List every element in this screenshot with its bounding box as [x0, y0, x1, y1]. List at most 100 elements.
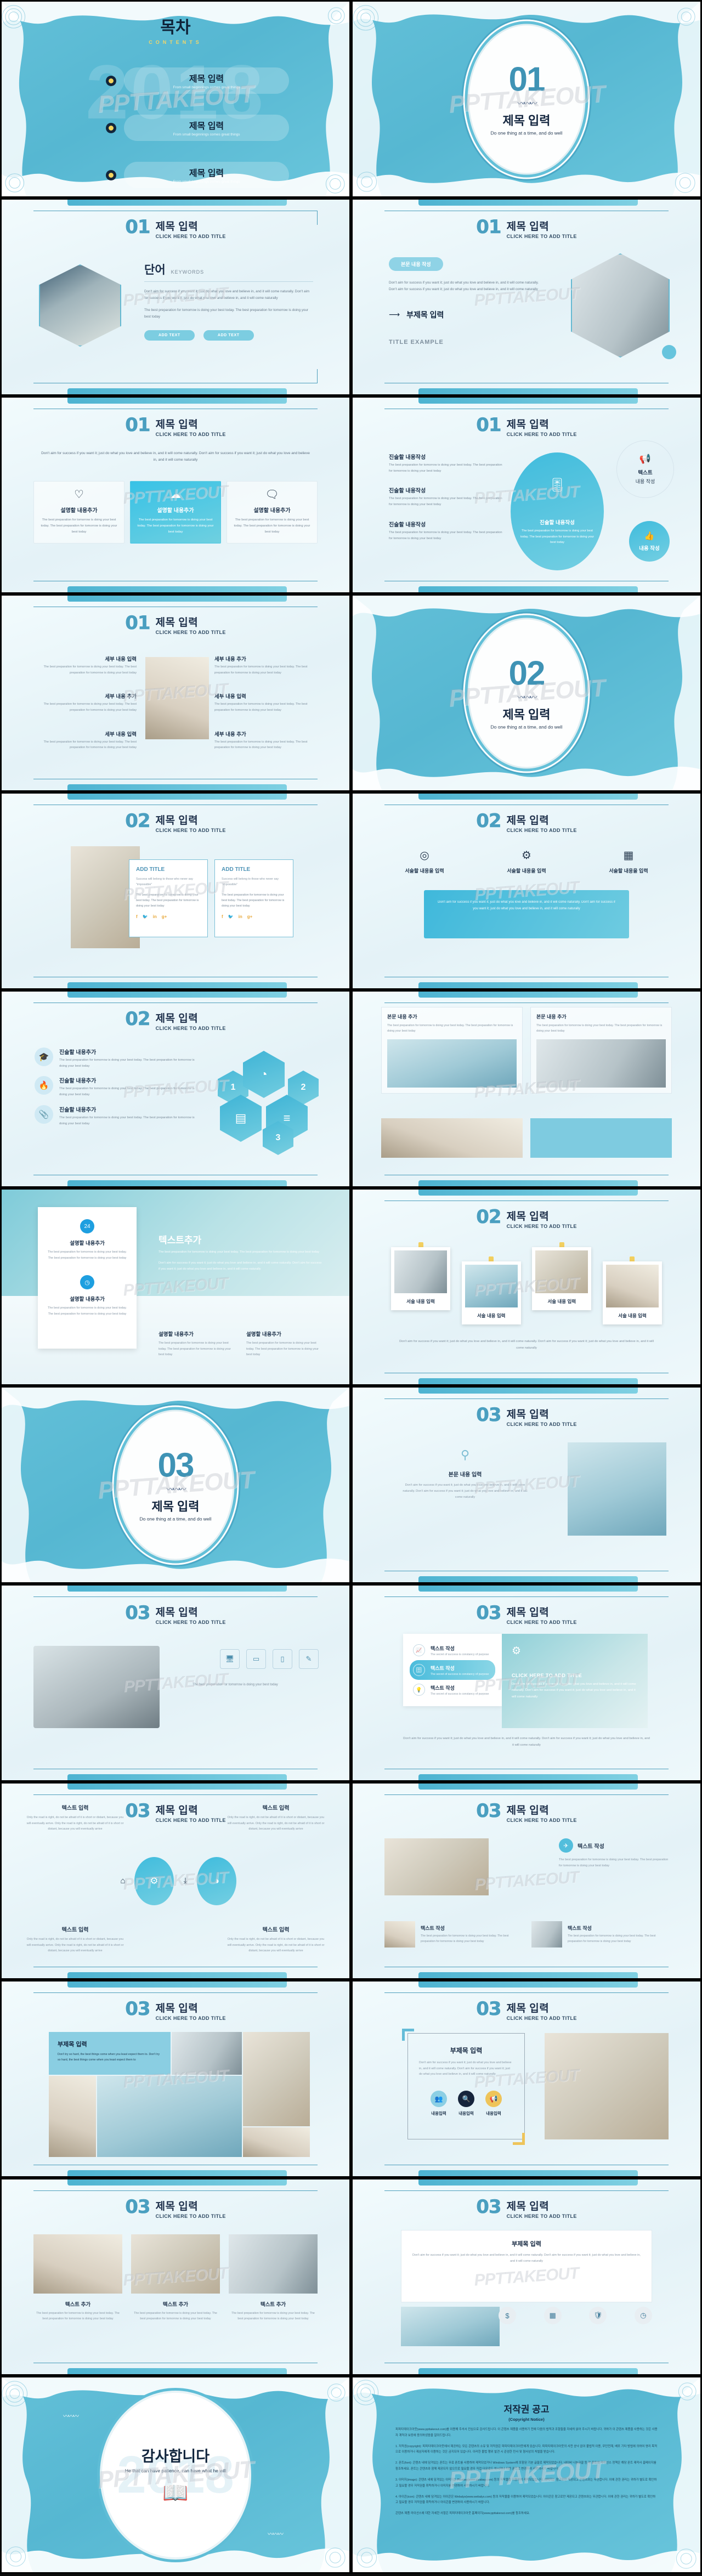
slide-hexagon-steps[interactable]: 02 제목 입력 CLICK HERE TO ADD TITLE 🎓 진술할 내…	[0, 990, 351, 1188]
feature-card[interactable]: ☁ 설명할 내용추가 The best preparation for tomo…	[130, 481, 221, 543]
mobile-icon[interactable]: ▯	[273, 1649, 292, 1669]
slide-pin-photo[interactable]: 03 제목 입력 CLICK HERE TO ADD TITLE ⚲ 본문 내용…	[351, 1386, 702, 1584]
list-row[interactable]: 💡 텍스트 작성 The secret of success is consta…	[410, 1680, 495, 1700]
toc-item[interactable]: 제목 입력 From small beginnings comes great …	[106, 162, 289, 188]
right-bottom-circle[interactable]: 👍 내용 작성	[629, 521, 670, 562]
dollar-icon[interactable]: $	[499, 2307, 516, 2324]
polaroid-item[interactable]: 서술 내용 입력	[602, 1256, 662, 1324]
add-text-button[interactable]: ADD TEXT	[203, 330, 254, 341]
slide-circle-stats[interactable]: 01 제목 입력 CLICK HERE TO ADD TITLE 진술할 내용작…	[351, 396, 702, 594]
strip-item[interactable]: 텍스트 작성 The best preparation for tomorrow…	[531, 1921, 669, 1947]
center-circle-right[interactable]: ◑	[197, 1856, 236, 1905]
content-panel[interactable]: 부제목 입력 Don't aim for success if you want…	[401, 2230, 652, 2302]
chart-icon[interactable]: ▦	[544, 2307, 562, 2324]
step-row[interactable]: 🔥 진술할 내용추가 The best preparation for tomo…	[35, 1076, 199, 1097]
google-plus-icon[interactable]: g+	[247, 914, 253, 919]
slide-text-photo[interactable]: 01 제목 입력 CLICK HERE TO ADD TITLE 본문 내용 작…	[351, 198, 702, 396]
pencil-icon[interactable]: ✎	[299, 1649, 319, 1669]
icon-item[interactable]: 👥 내용입력	[431, 2091, 447, 2116]
twitter-icon[interactable]: 🐦	[143, 914, 148, 919]
slide-collage[interactable]: 03 제목 입력 CLICK HERE TO ADD TITLE 부제목 입력 …	[0, 1980, 351, 2178]
stat-title: 진술할 내용작성	[389, 488, 426, 495]
facebook-icon[interactable]: f	[222, 914, 223, 919]
text-panel[interactable]: 부제목 입력 Don't aim for success if you want…	[407, 2033, 525, 2139]
polaroid-item[interactable]: 서술 내용 입력	[461, 1256, 521, 1324]
hex-icon-layers[interactable]: ▤	[220, 1095, 262, 1142]
list-row-active[interactable]: 🗄 텍스트 작성 The secret of success is consta…	[410, 1660, 495, 1680]
slide-icon-trio[interactable]: 02 제목 입력 CLICK HERE TO ADD TITLE ◎ 서술할 내…	[351, 792, 702, 990]
slide-polaroids[interactable]: 02 제목 입력 CLICK HERE TO ADD TITLE 서술 내용 입…	[351, 1188, 702, 1386]
info-card[interactable]: ADD TITLE Success will belong to those w…	[214, 859, 293, 937]
toc-pill[interactable]: 제목 입력 From small beginnings comes great …	[124, 162, 289, 188]
icon-item[interactable]: 📢 내용입력	[485, 2091, 502, 2116]
photo-card[interactable]: 본문 내용 추가 The best preparation for tomorr…	[381, 1007, 523, 1094]
monitor-icon[interactable]: 🖥	[220, 1649, 240, 1669]
slide-photo-strip-tags[interactable]: 03 제목 입력 CLICK HERE TO ADD TITLE ✈ 텍스트 작…	[351, 1782, 702, 1980]
card-quote: Success will belong to those who never s…	[136, 877, 193, 887]
trio-item[interactable]: ⚙ 서술할 내용을 입력	[485, 848, 568, 874]
trio-item[interactable]: ◎ 서술할 내용을 입력	[383, 848, 466, 874]
slide-divider-02[interactable]: 02 〰〰〰 제목 입력 Do one thing at a time, and…	[351, 594, 702, 792]
slide-text-photo-icons[interactable]: 03 제목 입력 CLICK HERE TO ADD TITLE 부제목 입력 …	[351, 1980, 702, 2178]
slide-thanks[interactable]: 〰〰〰 〰〰〰 2018 감사합니다 He that can have pati…	[0, 2376, 351, 2574]
collage-caption-box[interactable]: 부제목 입력 Don't try so hard, the best thing…	[49, 2032, 171, 2075]
facebook-icon[interactable]: f	[136, 914, 138, 919]
bottom-item[interactable]: 설명할 내용추가 The best preparation for tomorr…	[158, 1330, 234, 1358]
photo-card[interactable]: 본문 내용 추가 The best preparation for tomorr…	[530, 1007, 672, 1094]
step-row[interactable]: 🎓 진술할 내용추가 The best preparation for tomo…	[35, 1048, 199, 1069]
strip-item[interactable]: 텍스트 작성 The best preparation for tomorrow…	[384, 1921, 522, 1947]
google-plus-icon[interactable]: g+	[162, 914, 167, 919]
trio-item[interactable]: ▦ 서술할 내용을 입력	[587, 848, 670, 874]
toc-item[interactable]: 제목 입력 From small beginnings comes great …	[106, 115, 289, 141]
accent-block[interactable]	[530, 1118, 672, 1158]
twitter-icon[interactable]: 🐦	[228, 914, 234, 919]
photo-card[interactable]: 텍스트 추가 The best preparation for tomorrow…	[131, 2234, 220, 2322]
polaroid-item[interactable]: 서술 내용 입력	[532, 1242, 592, 1310]
slide-person-columns[interactable]: 01 제목 입력 CLICK HERE TO ADD TITLE 세부 내용 입…	[0, 594, 351, 792]
slide-laptop-icons[interactable]: 03 제목 입력 CLICK HERE TO ADD TITLE 🖥 ▭ ▯ ✎…	[0, 1584, 351, 1782]
bottom-item[interactable]: 설명할 내용추가 The best preparation for tomorr…	[246, 1330, 322, 1358]
slide-list-photo[interactable]: 03 제목 입력 CLICK HERE TO ADD TITLE 📈 텍스트 작…	[351, 1584, 702, 1782]
tablet-icon[interactable]: ▭	[246, 1649, 266, 1669]
polaroid-item[interactable]: 서술 내용 입력	[391, 1242, 450, 1310]
floating-card[interactable]: 24 설명할 내용추가 The best preparation for tom…	[38, 1207, 137, 1349]
photo-panel[interactable]: ⚙ CLICK HERE TO ADD TITLE Don't aim for …	[502, 1634, 648, 1728]
hex-icon-pie[interactable]: ◔	[243, 1051, 285, 1098]
accent-panel[interactable]: Don't aim for success if you want it; ju…	[424, 890, 629, 938]
linkedin-icon[interactable]: in	[239, 914, 242, 919]
megaphone-icon: 📢	[639, 454, 652, 464]
toc-pill[interactable]: 제목 입력 From small beginnings comes great …	[124, 67, 289, 94]
icon-item[interactable]: 🔍 내용입력	[458, 2091, 474, 2116]
list-panel[interactable]: 📈 텍스트 작성 The secret of success is consta…	[403, 1634, 502, 1706]
center-circle-left[interactable]: ⚙	[134, 1856, 174, 1905]
shield-icon[interactable]: 🛡	[589, 2307, 607, 2324]
center-circle[interactable]: 🎚 진술할 내용작성 The best preparation for tomo…	[511, 452, 604, 570]
step-row[interactable]: 📎 진술할 내용추가 The best preparation for tomo…	[35, 1105, 199, 1126]
slide-panel-photo-icons[interactable]: 03 제목 입력 CLICK HERE TO ADD TITLE 부제목 입력 …	[351, 2178, 702, 2376]
feature-card[interactable]: 🗨 설명할 내용추가 The best preparation for tomo…	[227, 481, 318, 543]
slide-four-quadrant[interactable]: 03 제목 입력 CLICK HERE TO ADD TITLE 텍스트 입력 …	[0, 1782, 351, 1980]
photo-card[interactable]: 텍스트 추가 The best preparation for tomorrow…	[33, 2234, 122, 2322]
slide-contents[interactable]: 2018 목차 CONTENTS 제목 입력 From small beginn…	[0, 0, 351, 198]
clock-icon[interactable]: ◷	[634, 2307, 652, 2324]
slide-photo-cards-grid[interactable]: 본문 내용 추가 The best preparation for tomorr…	[351, 990, 702, 1188]
slide-keyword-photo[interactable]: 01 제목 입력 CLICK HERE TO ADD TITLE 단어 KEYW…	[0, 198, 351, 396]
slide-divider-03[interactable]: 03 〰〰〰 제목 입력 Do one thing at a time, and…	[0, 1386, 351, 1584]
slide-three-cards[interactable]: 01 제목 입력 CLICK HERE TO ADD TITLE Don't a…	[0, 396, 351, 594]
info-card[interactable]: ADD TITLE Success will belong to those w…	[129, 859, 208, 937]
slide-photo-overlay-cards[interactable]: 24 설명할 내용추가 The best preparation for tom…	[0, 1188, 351, 1386]
toc-pill[interactable]: 제목 입력 From small beginnings comes great …	[124, 115, 289, 141]
toc-item[interactable]: 제목 입력 From small beginnings comes great …	[106, 67, 289, 94]
linkedin-icon[interactable]: in	[153, 914, 157, 919]
feature-card[interactable]: ♡ 설명할 내용추가 The best preparation for tomo…	[33, 481, 124, 543]
top-rule	[33, 1794, 318, 1795]
body-pill-label[interactable]: 본문 내용 작성	[389, 257, 443, 271]
slide-three-photo-cards[interactable]: 03 제목 입력 CLICK HERE TO ADD TITLE 텍스트 추가 …	[0, 2178, 351, 2376]
right-top-ring[interactable]: 📢 텍스트 내용 작성	[616, 440, 674, 498]
slide-photo-two-cards[interactable]: 02 제목 입력 CLICK HERE TO ADD TITLE ADD TIT…	[0, 792, 351, 990]
list-row[interactable]: 📈 텍스트 작성 The secret of success is consta…	[410, 1640, 495, 1660]
slide-divider-01[interactable]: 01 〰〰〰 제목 입력 Do one thing at a time, and…	[351, 0, 702, 198]
photo-card[interactable]: 텍스트 추가 The best preparation for tomorrow…	[229, 2234, 318, 2322]
slide-copyright[interactable]: 저작권 공고 (Copyright Notice) 피피티테이크아웃(www.p…	[351, 2376, 702, 2574]
add-text-button[interactable]: ADD TEXT	[144, 330, 195, 341]
